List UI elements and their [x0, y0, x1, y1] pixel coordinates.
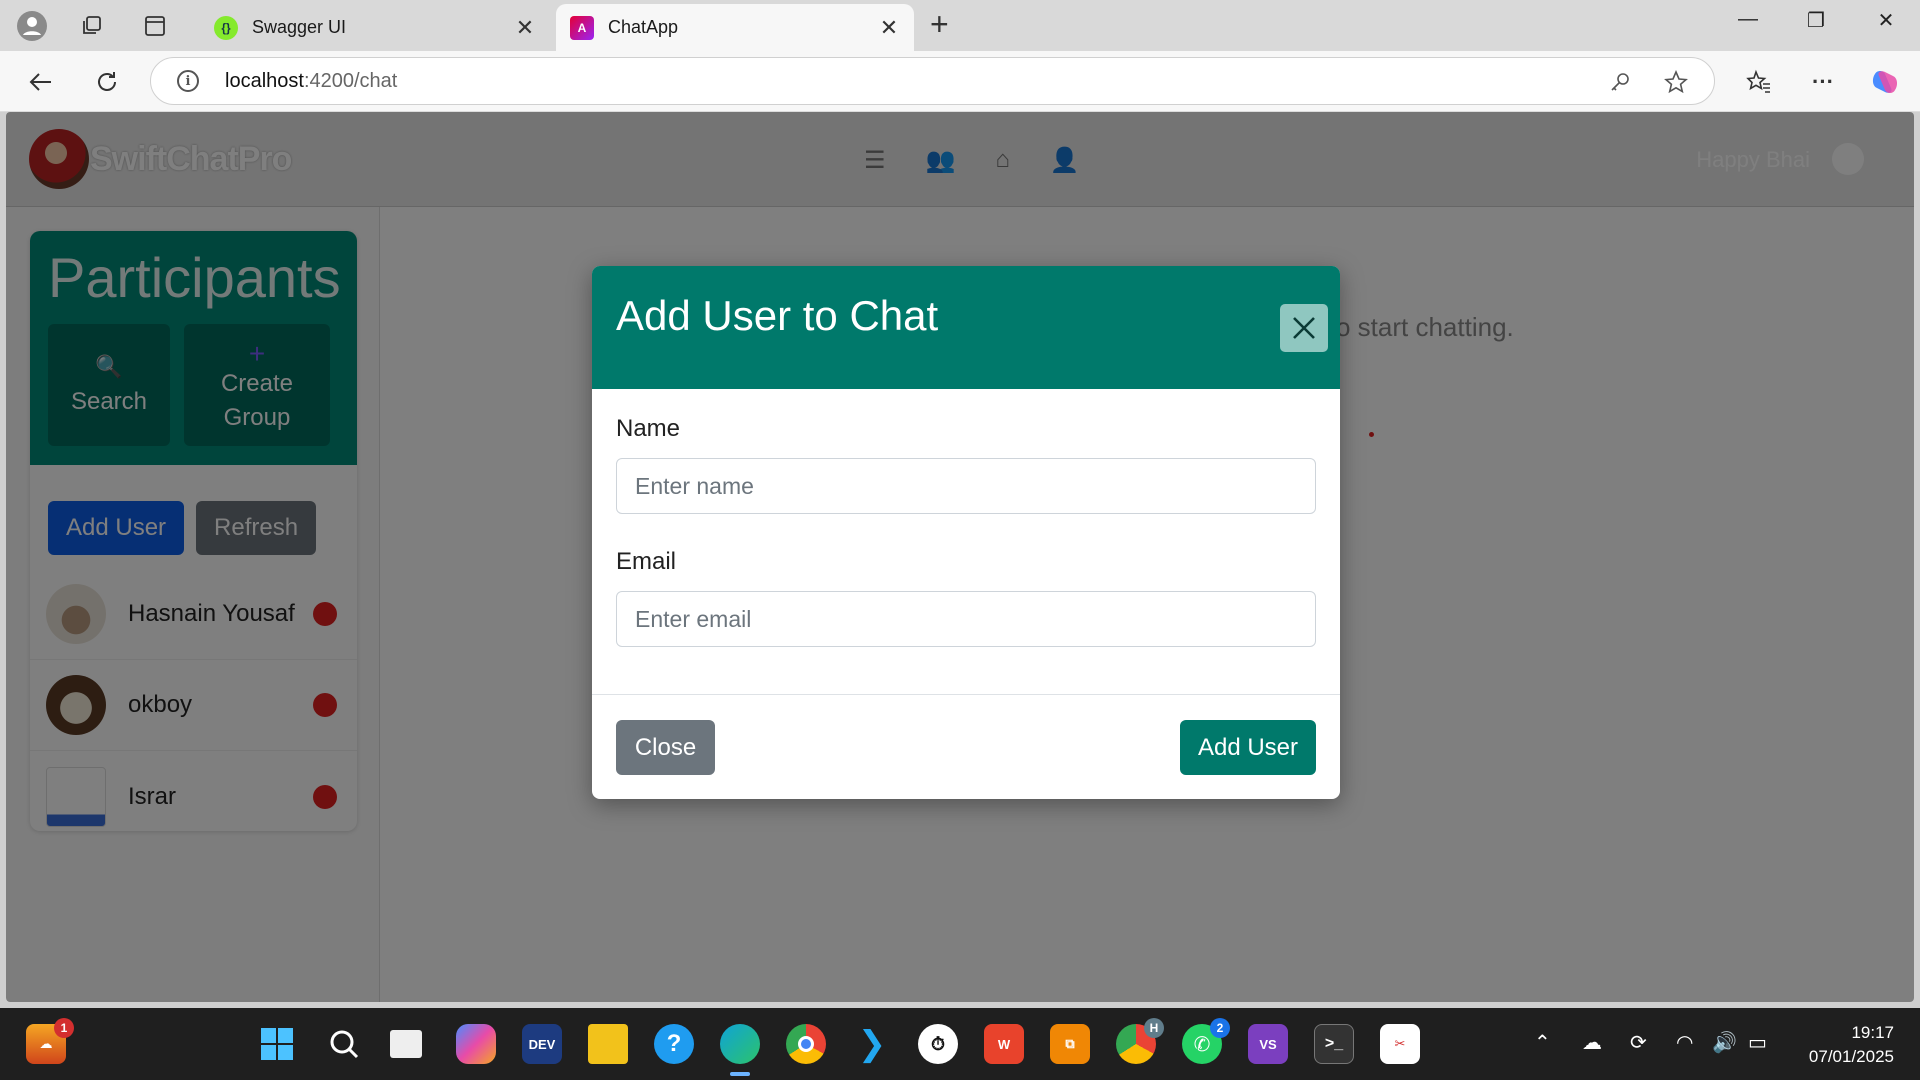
back-icon[interactable] [22, 63, 60, 101]
vscode-icon[interactable]: ❯ [852, 1024, 892, 1064]
tab-actions-icon[interactable] [137, 8, 173, 44]
whatsapp-badge: 2 [1210, 1018, 1230, 1038]
close-window-icon[interactable]: ✕ [1866, 8, 1906, 33]
name-field[interactable] [616, 458, 1316, 514]
tab-chatapp[interactable]: A ChatApp ✕ [556, 4, 914, 51]
modal-title: Add User to Chat [616, 292, 939, 339]
taskbar: ☁ 1 DEV ? ❯ ⏱ W ⧉ H ✆ 2 VS >_ ✂ ⌃ ☁ ⟳ ◠ 🔊… [0, 1008, 1920, 1080]
workspaces-icon[interactable] [74, 8, 110, 44]
close-button[interactable]: Close [616, 720, 715, 775]
url-host: localhost [225, 69, 304, 92]
close-tab-icon[interactable]: ✕ [876, 15, 902, 41]
windows-start-icon[interactable] [257, 1024, 297, 1064]
notification-badge: 1 [54, 1018, 74, 1038]
new-tab-icon[interactable]: + [930, 6, 949, 43]
page-viewport: SwiftChatPro ☰ 👥 ⌂ 👤 Happy Bhai Particip… [6, 112, 1914, 1002]
task-view-icon[interactable] [390, 1030, 422, 1058]
url-path: :4200/chat [303, 69, 398, 92]
password-key-icon[interactable] [1606, 68, 1634, 96]
system-clock[interactable]: 19:17 07/01/2025 [1809, 1021, 1894, 1069]
modal-footer: Close Add User [592, 694, 1340, 799]
snipping-tool-icon[interactable]: ✂ [1380, 1024, 1420, 1064]
name-label: Name [616, 415, 681, 442]
copilot-app-icon[interactable] [456, 1024, 496, 1064]
close-tab-icon[interactable]: ✕ [512, 15, 538, 41]
tab-title: Swagger UI [252, 17, 347, 37]
reload-icon[interactable] [88, 63, 126, 101]
restore-icon[interactable]: ❐ [1796, 8, 1836, 33]
timer-app-icon[interactable]: ⏱ [918, 1024, 958, 1064]
minimize-icon[interactable]: — [1728, 8, 1768, 31]
help-icon[interactable]: ? [654, 1024, 694, 1064]
address-bar-row: i localhost:4200/chat ··· [0, 51, 1920, 112]
weather-widget-icon[interactable]: ☁ 1 [26, 1018, 74, 1064]
drawio-icon[interactable]: ⧉ [1050, 1024, 1090, 1064]
favorite-star-icon[interactable] [1662, 68, 1690, 96]
url-bar[interactable]: i localhost:4200/chat [150, 57, 1715, 105]
visual-studio-icon[interactable]: VS [1248, 1024, 1288, 1064]
clock-date: 07/01/2025 [1808, 1047, 1894, 1066]
add-user-modal: Add User to Chat Name Email Close Add Us… [592, 266, 1340, 799]
wps-office-icon[interactable]: W [984, 1024, 1024, 1064]
email-field[interactable] [616, 591, 1316, 647]
file-explorer-icon[interactable] [588, 1024, 628, 1064]
clock-time: 19:17 [1851, 1023, 1894, 1042]
favorites-icon[interactable] [1740, 63, 1778, 101]
email-label: Email [616, 548, 677, 575]
devhome-icon[interactable]: DEV [522, 1024, 562, 1064]
search-icon[interactable] [324, 1024, 364, 1064]
edge-browser-icon[interactable] [720, 1024, 760, 1076]
submit-add-user-button[interactable]: Add User [1180, 720, 1316, 775]
browser-tab-bar: {} Swagger UI ✕ A ChatApp ✕ + — ❐ ✕ [0, 0, 1920, 51]
close-icon [1293, 317, 1315, 339]
profile-icon[interactable] [14, 8, 50, 44]
chrome-profile-badge: H [1144, 1018, 1164, 1038]
whatsapp-icon[interactable]: ✆ 2 [1182, 1018, 1230, 1064]
modal-body: Name Email [592, 389, 1340, 681]
modal-close-button[interactable] [1280, 304, 1328, 352]
site-info-icon[interactable]: i [177, 70, 199, 92]
copilot-icon[interactable] [1866, 63, 1904, 101]
sync-icon[interactable]: ⟳ [1630, 1030, 1647, 1055]
battery-icon[interactable]: ▭ [1748, 1030, 1767, 1055]
onedrive-icon[interactable]: ☁ [1582, 1030, 1602, 1055]
volume-icon[interactable]: 🔊 [1712, 1030, 1737, 1055]
wifi-icon[interactable]: ◠ [1676, 1030, 1693, 1055]
tab-swagger-ui[interactable]: {} Swagger UI ✕ [200, 4, 550, 51]
chrome-icon[interactable] [786, 1024, 826, 1064]
swagger-icon: {} [214, 15, 238, 40]
angular-icon: A [570, 15, 594, 40]
terminal-icon[interactable]: >_ [1314, 1024, 1354, 1064]
modal-header: Add User to Chat [592, 266, 1340, 389]
tab-title: ChatApp [608, 17, 679, 37]
more-options-icon[interactable]: ··· [1804, 63, 1842, 101]
chrome-profile-icon[interactable]: H [1116, 1018, 1164, 1064]
chevron-up-icon[interactable]: ⌃ [1534, 1030, 1551, 1055]
